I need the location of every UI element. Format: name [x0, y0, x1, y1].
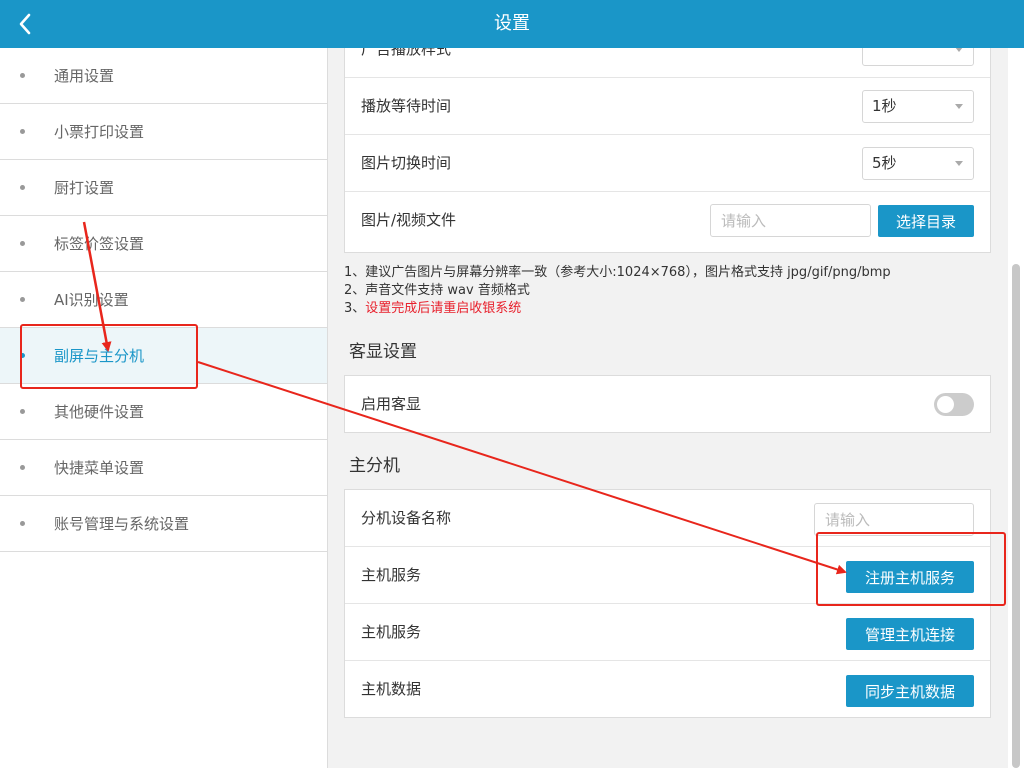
image-switch-select[interactable]: 5秒 [862, 147, 974, 180]
host-data-label: 主机数据 [361, 680, 422, 698]
back-button[interactable] [12, 10, 40, 38]
host-connection-label: 主机服务 [361, 623, 422, 641]
sidebar-item-kitchen-print[interactable]: 厨打设置 [0, 160, 327, 216]
annotation-box-sidebar [20, 324, 198, 389]
sidebar-item-shortcut-menu[interactable]: 快捷菜单设置 [0, 440, 327, 496]
sidebar-item-label: 通用设置 [54, 67, 115, 85]
ad-style-label: 广告播放样式 [361, 48, 452, 58]
bullet-icon [20, 409, 25, 414]
bullet-icon [20, 185, 25, 190]
sidebar-item-ai-recognition[interactable]: AI识别设置 [0, 272, 327, 328]
sync-host-data-button[interactable]: 同步主机数据 [846, 675, 974, 707]
settings-content: 广告播放样式 播放等待时间 1秒 图片切换时间 5秒 图片/视频文件 选择目录 [328, 48, 1008, 768]
sidebar-item-account-system[interactable]: 账号管理与系统设置 [0, 496, 327, 552]
device-name-label: 分机设备名称 [361, 509, 452, 527]
ad-notes: 1、建议广告图片与屏幕分辨率一致（参考大小:1024×768），图片格式支持 j… [344, 264, 891, 318]
note-line: 3、设置完成后请重启收银系统 [344, 300, 891, 318]
enable-display-label: 启用客显 [361, 395, 422, 413]
play-wait-row: 播放等待时间 1秒 [345, 78, 990, 135]
caret-down-icon [955, 161, 963, 166]
host-service-label: 主机服务 [361, 566, 422, 584]
bullet-icon [20, 129, 25, 134]
host-connection-row: 主机服务 管理主机连接 [345, 604, 990, 661]
ad-style-row: 广告播放样式 [345, 48, 990, 78]
play-wait-select[interactable]: 1秒 [862, 90, 974, 123]
bullet-icon [20, 521, 25, 526]
ad-settings-card: 广告播放样式 播放等待时间 1秒 图片切换时间 5秒 图片/视频文件 选择目录 [344, 48, 991, 253]
sidebar: 通用设置 小票打印设置 厨打设置 标签价签设置 AI识别设置 副屏与主分机 其他… [0, 48, 328, 768]
toggle-knob [937, 396, 954, 413]
bullet-icon [20, 297, 25, 302]
bullet-icon [20, 73, 25, 78]
master-slave-title: 主分机 [349, 456, 400, 476]
chevron-left-icon [19, 13, 31, 35]
play-wait-value: 1秒 [872, 97, 897, 115]
sidebar-item-label: 标签价签设置 [54, 235, 145, 253]
header-bar: 设置 [0, 0, 1024, 48]
page-title: 设置 [494, 13, 530, 34]
customer-display-title: 客显设置 [349, 342, 417, 362]
enable-display-toggle[interactable] [934, 393, 974, 416]
sidebar-item-label: 快捷菜单设置 [54, 459, 145, 477]
sidebar-item-label: 账号管理与系统设置 [54, 515, 190, 533]
note-line: 1、建议广告图片与屏幕分辨率一致（参考大小:1024×768），图片格式支持 j… [344, 265, 891, 280]
image-switch-value: 5秒 [872, 154, 897, 172]
sidebar-item-label: 其他硬件设置 [54, 403, 145, 421]
enable-display-row: 启用客显 [345, 376, 990, 432]
host-data-row: 主机数据 同步主机数据 [345, 661, 990, 718]
sidebar-item-label-tags[interactable]: 标签价签设置 [0, 216, 327, 272]
annotation-box-register [816, 532, 1006, 606]
select-folder-button[interactable]: 选择目录 [878, 205, 974, 237]
sidebar-item-general[interactable]: 通用设置 [0, 48, 327, 104]
content-scrollbar[interactable] [1012, 264, 1020, 768]
ad-style-select[interactable] [862, 48, 974, 66]
sidebar-item-label: 厨打设置 [54, 179, 115, 197]
sidebar-item-label: 小票打印设置 [54, 123, 145, 141]
sidebar-item-other-hardware[interactable]: 其他硬件设置 [0, 384, 327, 440]
manage-host-connection-button[interactable]: 管理主机连接 [846, 618, 974, 650]
bullet-icon [20, 465, 25, 470]
caret-down-icon [955, 48, 963, 52]
sidebar-item-receipt-print[interactable]: 小票打印设置 [0, 104, 327, 160]
image-switch-label: 图片切换时间 [361, 154, 452, 172]
play-wait-label: 播放等待时间 [361, 97, 452, 115]
media-file-label: 图片/视频文件 [361, 211, 457, 229]
sidebar-item-label: AI识别设置 [54, 291, 129, 309]
media-folder-input[interactable] [710, 204, 871, 237]
restart-warning: 设置完成后请重启收银系统 [365, 301, 522, 316]
image-switch-row: 图片切换时间 5秒 [345, 135, 990, 192]
customer-display-card: 启用客显 [344, 375, 991, 433]
caret-down-icon [955, 104, 963, 109]
note-number: 3、 [344, 301, 366, 316]
media-file-row: 图片/视频文件 选择目录 [345, 192, 990, 249]
note-line: 2、声音文件支持 wav 音频格式 [344, 283, 530, 298]
bullet-icon [20, 241, 25, 246]
